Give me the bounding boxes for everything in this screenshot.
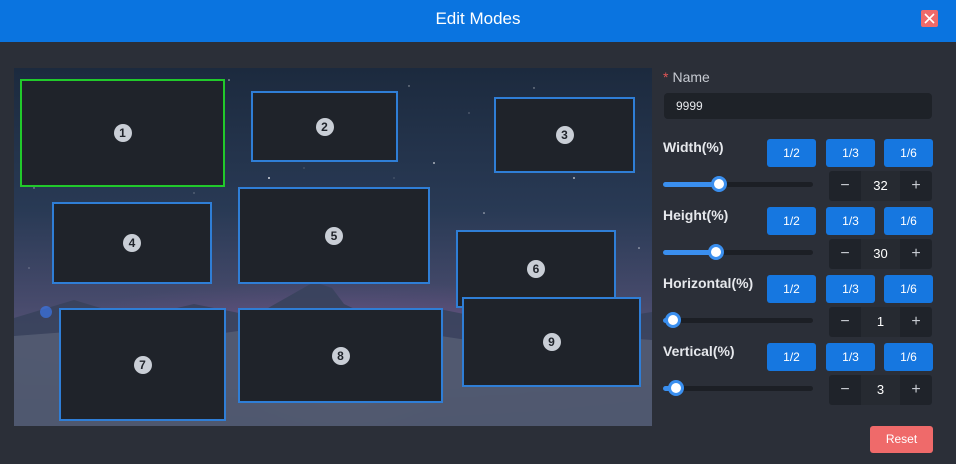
height-slider-thumb[interactable] [708, 244, 724, 260]
horizontal-slider[interactable] [663, 312, 813, 328]
dialog-title: Edit Modes [435, 9, 521, 28]
width-increment-button[interactable]: + [900, 171, 932, 201]
vertical-half-button[interactable]: 1/2 [767, 343, 816, 371]
vertical-sixth-button[interactable]: 1/6 [884, 343, 933, 371]
vertical-third-button[interactable]: 1/3 [826, 343, 875, 371]
width-slider[interactable] [663, 176, 813, 192]
window-7[interactable]: 7 [59, 308, 226, 421]
horizontal-slider-thumb[interactable] [664, 312, 681, 328]
horizontal-half-button[interactable]: 1/2 [767, 275, 816, 303]
vertical-increment-button[interactable]: + [900, 375, 932, 405]
width-stepper: − 32 + [829, 171, 932, 201]
vertical-decrement-button[interactable]: − [829, 375, 861, 405]
height-half-button[interactable]: 1/2 [767, 207, 816, 235]
window-number-badge: 6 [527, 260, 545, 278]
window-5[interactable]: 5 [238, 187, 430, 284]
height-value[interactable]: 30 [861, 239, 900, 269]
vertical-slider[interactable] [663, 380, 813, 396]
window-2[interactable]: 2 [251, 91, 398, 162]
name-label-text: Name [672, 69, 710, 85]
height-decrement-button[interactable]: − [829, 239, 861, 269]
horizontal-stepper: − 1 + [829, 307, 932, 337]
window-number-badge: 3 [555, 126, 574, 144]
reset-button[interactable]: Reset [870, 426, 933, 453]
layout-preview-canvas: 1 2 3 4 5 6 7 8 9 [14, 68, 652, 426]
vertical-slider-thumb[interactable] [667, 380, 684, 396]
window-3[interactable]: 3 [494, 97, 635, 173]
horizontal-decrement-button[interactable]: − [829, 307, 861, 337]
width-sixth-button[interactable]: 1/6 [884, 139, 933, 167]
name-label: * Name [663, 69, 710, 85]
window-number-badge: 8 [331, 346, 350, 365]
required-mark: * [663, 69, 669, 85]
vertical-stepper: − 3 + [829, 375, 932, 405]
width-third-button[interactable]: 1/3 [826, 139, 875, 167]
horizontal-label: Horizontal(%) [663, 275, 754, 291]
height-stepper: − 30 + [829, 239, 932, 269]
width-half-button[interactable]: 1/2 [767, 139, 816, 167]
window-number-badge: 5 [325, 226, 343, 245]
vertical-value[interactable]: 3 [861, 375, 900, 405]
window-4[interactable]: 4 [52, 202, 212, 284]
vertical-label: Vertical(%) [663, 343, 735, 359]
width-slider-thumb[interactable] [711, 176, 727, 192]
window-number-badge: 4 [123, 234, 141, 252]
height-third-button[interactable]: 1/3 [826, 207, 875, 235]
window-number-badge: 9 [542, 333, 561, 351]
height-slider[interactable] [663, 244, 813, 260]
close-button[interactable] [921, 10, 938, 27]
width-value[interactable]: 32 [861, 171, 900, 201]
height-increment-button[interactable]: + [900, 239, 932, 269]
window-9[interactable]: 9 [462, 297, 641, 387]
horizontal-third-button[interactable]: 1/3 [826, 275, 875, 303]
width-label: Width(%) [663, 139, 724, 155]
name-input[interactable] [664, 93, 932, 119]
window-8[interactable]: 8 [238, 308, 443, 403]
height-sixth-button[interactable]: 1/6 [884, 207, 933, 235]
horizontal-value[interactable]: 1 [861, 307, 900, 337]
window-1[interactable]: 1 [20, 79, 225, 187]
window-number-badge: 2 [315, 117, 334, 136]
close-icon [924, 13, 935, 24]
height-label: Height(%) [663, 207, 729, 223]
horizontal-increment-button[interactable]: + [900, 307, 932, 337]
horizontal-sixth-button[interactable]: 1/6 [884, 275, 933, 303]
window-number-badge: 1 [113, 124, 132, 142]
window-number-badge: 7 [133, 355, 152, 374]
width-decrement-button[interactable]: − [829, 171, 861, 201]
